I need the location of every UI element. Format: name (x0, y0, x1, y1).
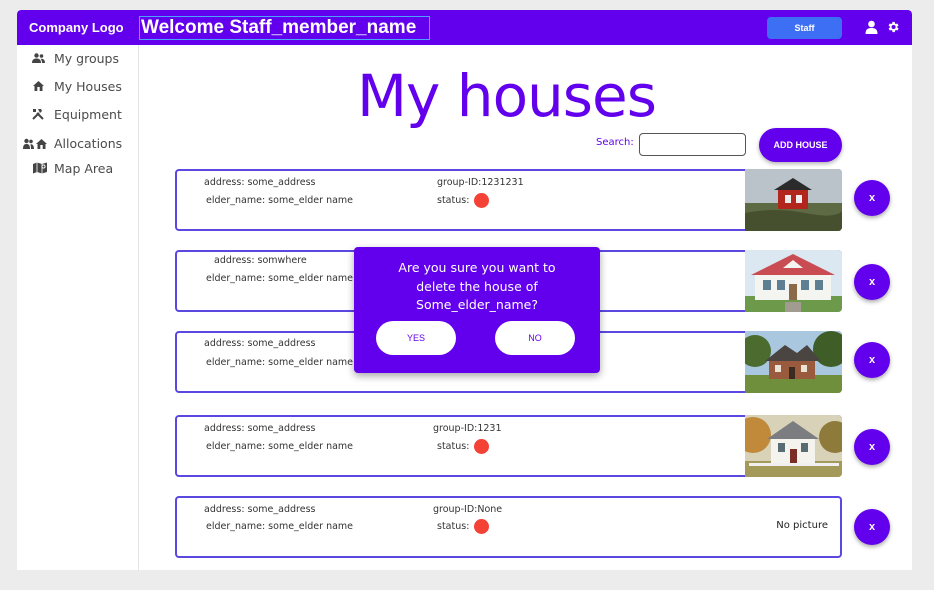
gear-icon[interactable] (885, 18, 901, 36)
house-group-id: group-ID:1231231 (437, 177, 524, 188)
house-address: address: some_address (204, 177, 316, 188)
status-indicator (474, 193, 489, 208)
sidebar-item-label: My groups (54, 50, 119, 66)
delete-confirm-dialog: Are you sure you want to delete the hous… (354, 247, 600, 373)
company-logo[interactable]: Company Logo (29, 20, 124, 35)
house-picture (745, 250, 842, 312)
delete-house-button[interactable]: x (854, 342, 890, 378)
house-card: address: some_address elder_name: some_e… (175, 415, 842, 477)
house-picture (745, 169, 842, 231)
house-card: address: some_address elder_name: some_e… (175, 496, 842, 558)
house-address: address: some_address (204, 338, 316, 349)
house-group-id: group-ID:None (433, 504, 503, 515)
house-status-label: status: (437, 521, 470, 532)
search-label: Search: (596, 137, 634, 148)
sidebar-item-map-area[interactable]: Map Area (17, 157, 139, 179)
sidebar: My groups My Houses Equipment Allocation… (17, 45, 139, 570)
sidebar-item-label: Allocations (54, 135, 123, 151)
dialog-message: Are you sure you want to delete the hous… (398, 260, 556, 312)
status-indicator (474, 439, 489, 454)
house-picture (745, 331, 842, 393)
delete-house-button[interactable]: x (854, 509, 890, 545)
person-icon[interactable] (863, 18, 879, 36)
status-indicator (474, 519, 489, 534)
allocation-icon (23, 136, 47, 150)
app-window: Company Logo Welcome Staff_member_name S… (17, 10, 912, 570)
tools-icon (32, 107, 44, 121)
welcome-heading: Welcome Staff_member_name (139, 16, 430, 40)
house-elder-name: elder_name: some_elder name (206, 441, 354, 452)
delete-house-button[interactable]: x (854, 264, 890, 300)
no-button[interactable]: NO (495, 321, 575, 355)
house-address: address: some_address (204, 504, 316, 515)
sidebar-item-label: Map Area (54, 160, 114, 176)
house-elder-name: elder_name: some_elder name (206, 273, 354, 284)
house-group-id: group-ID:1231 (433, 423, 502, 434)
group-icon (32, 51, 45, 65)
house-elder-name: elder_name: some_elder name (206, 357, 354, 368)
staff-button[interactable]: Staff (767, 17, 842, 39)
sidebar-item-allocations[interactable]: Allocations (17, 132, 139, 154)
search-input[interactable] (639, 133, 746, 156)
yes-button[interactable]: YES (376, 321, 456, 355)
delete-house-button[interactable]: x (854, 429, 890, 465)
house-status-label: status: (437, 195, 470, 206)
house-card: address: some_address elder_name: some_e… (175, 169, 842, 231)
sidebar-item-equipment[interactable]: Equipment (17, 103, 139, 125)
house-elder-name: elder_name: some_elder name (206, 521, 354, 532)
house-picture (745, 415, 842, 477)
map-icon (33, 161, 47, 175)
add-house-button[interactable]: ADD HOUSE (759, 128, 842, 162)
sidebar-item-my-houses[interactable]: My Houses (17, 75, 139, 97)
top-bar: Company Logo Welcome Staff_member_name S… (17, 10, 912, 45)
house-status-label: status: (437, 441, 470, 452)
home-icon (33, 79, 44, 93)
house-address: address: some_address (204, 423, 316, 434)
sidebar-item-my-groups[interactable]: My groups (17, 47, 139, 69)
delete-house-button[interactable]: x (854, 180, 890, 216)
sidebar-item-label: Equipment (54, 106, 122, 122)
house-address: address: somwhere (214, 255, 307, 266)
sidebar-item-label: My Houses (54, 78, 122, 94)
no-picture-text: No picture (776, 520, 828, 531)
house-elder-name: elder_name: some_elder name (206, 195, 354, 206)
page-title: My houses (357, 62, 657, 130)
